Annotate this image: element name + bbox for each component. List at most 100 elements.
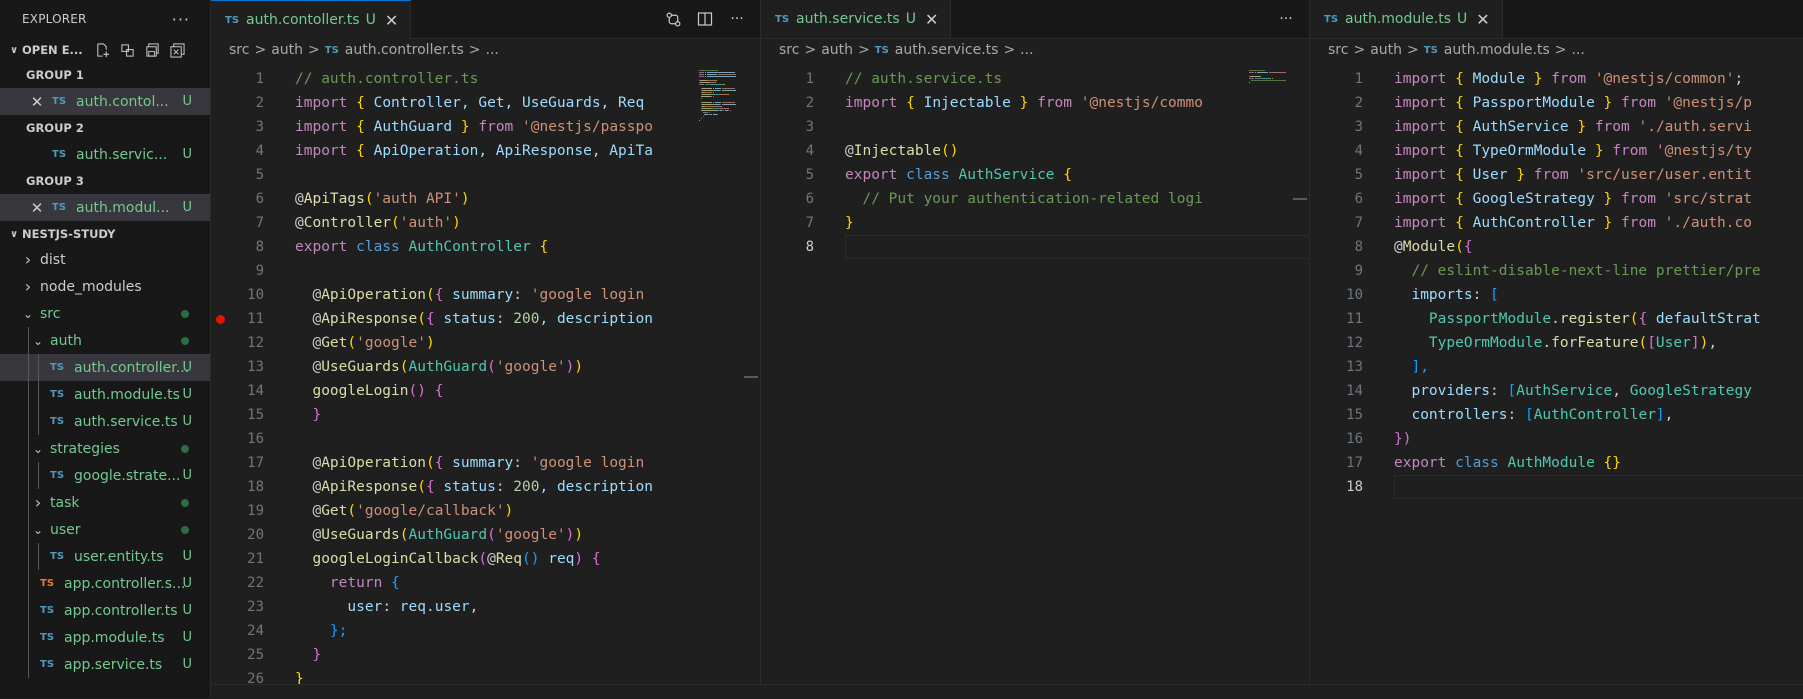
tree-folder[interactable]: › task [0,489,210,516]
tree-folder[interactable]: ⌄ user [0,516,210,543]
editor-group-label[interactable]: GROUP 3 [0,168,210,194]
code-line[interactable]: 14 googleLogin() { [211,379,760,403]
code-line[interactable]: 6 @ApiTags('auth API') [211,187,760,211]
code-line[interactable]: 1 import { Module } from '@nestjs/common'… [1310,67,1803,91]
breadcrumb-item[interactable]: auth [271,42,303,58]
tree-folder[interactable]: › node_modules [0,273,210,300]
minimap[interactable] [1249,70,1293,118]
close-all-editors-icon[interactable] [170,42,186,58]
code-line[interactable]: 17 export class AuthModule {} [1310,451,1803,475]
code-line[interactable]: 4 @Injectable() [761,139,1309,163]
editor-group-label[interactable]: GROUP 2 [0,115,210,141]
code-line[interactable]: 18 @ApiResponse({ status: 200, descripti… [211,475,760,499]
close-icon[interactable]: ✕ [28,199,46,217]
code-area[interactable]: 1 import { Module } from '@nestjs/common'… [1310,67,1803,698]
chevron-down-icon[interactable]: ⌄ [30,523,46,537]
tree-folder[interactable]: ⌄ auth [0,327,210,354]
code-line[interactable]: 22 return { [211,571,760,595]
code-line[interactable]: 10 @ApiOperation({ summary: 'google logi… [211,283,760,307]
open-editor-item[interactable]: TS auth.servic... U [0,141,210,168]
chevron-down-icon[interactable]: ⌄ [20,307,36,321]
open-editor-item[interactable]: ✕ TS auth.contol... U [0,88,210,115]
code-line[interactable]: 12 TypeOrmModule.forFeature([User]), [1310,331,1803,355]
code-line[interactable]: 7 @Controller('auth') [211,211,760,235]
code-line[interactable]: 3 import { AuthService } from './auth.ser… [1310,115,1803,139]
tree-folder[interactable]: ⌄ strategies [0,435,210,462]
tree-file[interactable]: TS app.module.ts U [0,624,210,651]
code-line[interactable]: 23 user: req.user, [211,595,760,619]
code-line[interactable]: 11 PassportModule.register({ defaultStra… [1310,307,1803,331]
open-changes-icon[interactable] [664,11,682,28]
code-line[interactable]: 21 googleLoginCallback(@Req() req) { [211,547,760,571]
breadcrumb-item[interactable]: auth [821,42,853,58]
code-line[interactable]: 7 import { AuthController } from './auth.… [1310,211,1803,235]
code-line[interactable]: 3 import { AuthGuard } from '@nestjs/pass… [211,115,760,139]
code-line[interactable]: 3 [761,115,1309,139]
chevron-right-icon[interactable]: › [30,493,46,512]
code-line[interactable]: 14 providers: [AuthService, GoogleStrate… [1310,379,1803,403]
more-actions-icon[interactable]: ··· [1277,11,1295,27]
new-untitled-file-icon[interactable] [95,42,111,58]
code-area[interactable]: 1 // auth.service.ts 2 import { Injectable … [761,67,1309,698]
chevron-down-icon[interactable]: ⌄ [30,442,46,456]
editor-group-label[interactable]: GROUP 1 [0,62,210,88]
more-actions-icon[interactable]: ··· [728,11,746,27]
close-icon[interactable]: ✕ [925,10,938,29]
tree-file[interactable]: TS app.controller.ts U [0,597,210,624]
toggle-vertical-layout-icon[interactable] [120,42,136,58]
close-icon[interactable]: ✕ [1476,10,1489,29]
code-line[interactable]: 20 @UseGuards(AuthGuard('google')) [211,523,760,547]
code-line[interactable]: 15 } [211,403,760,427]
code-line[interactable]: 10 imports: [ [1310,283,1803,307]
tree-file[interactable]: TS auth.service.ts U [0,408,210,435]
chevron-right-icon[interactable]: › [20,277,36,296]
tree-folder[interactable]: ⌄ src [0,300,210,327]
breadcrumb-item[interactable]: ... [1020,42,1033,58]
scrollbar[interactable] [1293,198,1307,200]
code-area[interactable]: 1 // auth.controller.ts 2 import { Controll… [211,67,760,698]
breadcrumb-item[interactable]: auth [1370,42,1402,58]
more-actions-icon[interactable]: ··· [172,10,190,29]
code-line[interactable]: 1 // auth.service.ts [761,67,1309,91]
code-line[interactable]: 9 // eslint-disable-next-line prettier/p… [1310,259,1803,283]
split-editor-icon[interactable] [696,11,714,27]
breadcrumb-item[interactable]: ... [1571,42,1584,58]
code-line[interactable]: 18 [1310,475,1803,499]
tab-auth-controller[interactable]: TS auth.contoller.ts U ✕ [211,0,412,39]
code-line[interactable]: 12 @Get('google') [211,331,760,355]
minimap[interactable] [699,70,743,121]
chevron-down-icon[interactable]: ⌄ [30,334,46,348]
code-line[interactable]: 13 @UseGuards(AuthGuard('google')) [211,355,760,379]
close-icon[interactable]: ✕ [28,93,46,111]
breadcrumb-item[interactable]: auth.service.ts [895,42,999,58]
code-line[interactable]: 13 ], [1310,355,1803,379]
code-line[interactable]: 5 import { User } from 'src/user/user.ent… [1310,163,1803,187]
code-line[interactable]: 24 }; [211,619,760,643]
tab-auth-service[interactable]: TS auth.service.ts U ✕ [761,0,952,38]
tree-file[interactable]: TS app.service.ts U [0,651,210,678]
tree-folder[interactable]: › dist [0,246,210,273]
open-editors-section[interactable]: ∨ OPEN E... [0,38,210,62]
code-line[interactable]: 15 controllers: [AuthController], [1310,403,1803,427]
code-line[interactable]: 8 [761,235,1309,259]
tree-file[interactable]: TS user.entity.ts U [0,543,210,570]
close-icon[interactable]: ✕ [385,11,398,30]
breadcrumb-item[interactable]: auth.module.ts [1444,42,1550,58]
tab-auth-module[interactable]: TS auth.module.ts U ✕ [1310,0,1503,38]
code-line[interactable]: 7} [761,211,1309,235]
tree-file[interactable]: TS auth.module.ts U [0,381,210,408]
code-line[interactable]: 1 // auth.controller.ts [211,67,760,91]
code-line[interactable]: 4 import { TypeOrmModule } from '@nestjs/… [1310,139,1803,163]
code-line[interactable]: 11 @ApiResponse({ status: 200, descripti… [211,307,760,331]
project-section[interactable]: ∨ NESTJS-STUDY [0,222,210,246]
code-line[interactable]: 9 [211,259,760,283]
code-line[interactable]: 4 import { ApiOperation, ApiResponse, Api… [211,139,760,163]
breadcrumb-item[interactable]: src [779,42,799,58]
code-line[interactable]: 6 // Put your authentication-related log… [761,187,1309,211]
code-line[interactable]: 19 @Get('google/callback') [211,499,760,523]
code-line[interactable]: 2 import { Injectable } from '@nestjs/com… [761,91,1309,115]
code-line[interactable]: 8 @Module({ [1310,235,1803,259]
scrollbar[interactable] [744,376,758,378]
code-line[interactable]: 5 export class AuthService { [761,163,1309,187]
open-editor-item[interactable]: ✕ TS auth.modul... U [0,194,210,221]
